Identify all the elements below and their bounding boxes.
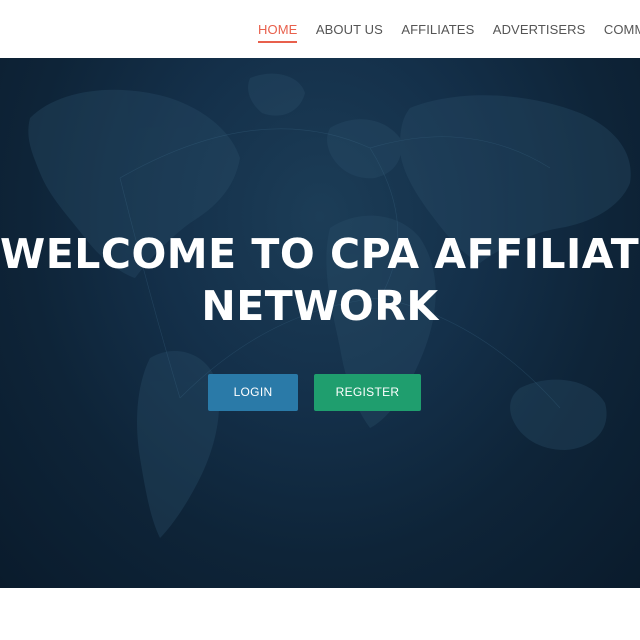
nav-item-about-us[interactable]: ABOUT US — [316, 22, 383, 37]
register-button[interactable]: REGISTER — [314, 374, 421, 411]
nav-item-commissions[interactable]: COMMISSIONS — [604, 22, 640, 37]
page-below-hero — [0, 588, 640, 640]
nav-item-home[interactable]: HOME — [258, 22, 298, 43]
top-navbar: HOME ABOUT US AFFILIATES ADVERTISERS COM… — [0, 0, 640, 58]
nav-item-advertisers[interactable]: ADVERTISERS — [493, 22, 586, 37]
nav-item-affiliates[interactable]: AFFILIATES — [401, 22, 474, 37]
hero-title: WELCOME TO CPA AFFILIATE NETWORK — [0, 228, 640, 332]
nav-menu: HOME ABOUT US AFFILIATES ADVERTISERS COM… — [258, 21, 640, 43]
login-button[interactable]: LOGIN — [208, 374, 298, 411]
hero-title-line-2: NETWORK — [201, 282, 439, 330]
hero-banner: WELCOME TO CPA AFFILIATE NETWORK LOGIN R… — [0, 58, 640, 588]
hero-title-line-1: WELCOME TO CPA AFFILIATE — [0, 230, 640, 278]
